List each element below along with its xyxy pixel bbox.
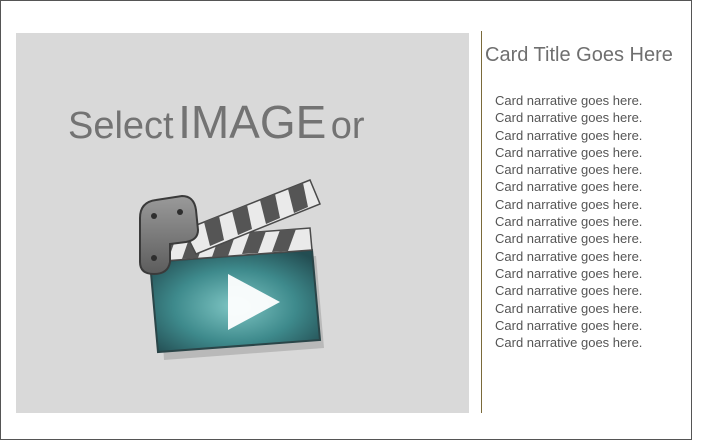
- narrative-line: Card narrative goes here.: [495, 93, 643, 108]
- narrative-line: Card narrative goes here.: [495, 248, 643, 264]
- narrative-line: Card narrative goes here.: [495, 317, 643, 333]
- prompt-word-image: IMAGE: [178, 96, 327, 148]
- card-title: Card Title Goes Here: [485, 44, 673, 66]
- vertical-divider: [481, 31, 482, 413]
- narrative-line: Card narrative goes here.: [495, 144, 643, 160]
- narrative-line: Card narrative goes here.: [495, 283, 643, 299]
- video-clapperboard-icon[interactable]: [124, 170, 330, 360]
- narrative-line: Card narrative goes here.: [495, 196, 643, 212]
- card-narrative: Card narrative goes here. Card narrative…: [495, 92, 685, 351]
- prompt-word-select: Select: [68, 105, 174, 147]
- prompt-word-or: or: [330, 105, 365, 147]
- narrative-line: Card narrative goes here.: [495, 265, 643, 281]
- narrative-line: Card narrative goes here.: [495, 231, 643, 247]
- narrative-line: Card narrative goes here.: [495, 335, 643, 351]
- narrative-line: Card narrative goes here.: [495, 110, 643, 126]
- narrative-line: Card narrative goes here.: [495, 127, 643, 143]
- select-media-prompt[interactable]: Select IMAGE or: [68, 99, 365, 145]
- narrative-line: Card narrative goes here.: [495, 162, 643, 178]
- card-frame: Select IMAGE or Card Title Goes Here Car…: [0, 0, 692, 440]
- narrative-line: Card narrative goes here.: [495, 214, 643, 230]
- media-placeholder[interactable]: Select IMAGE or: [16, 33, 469, 413]
- narrative-line: Card narrative goes here.: [495, 300, 643, 316]
- narrative-line: Card narrative goes here.: [495, 179, 643, 195]
